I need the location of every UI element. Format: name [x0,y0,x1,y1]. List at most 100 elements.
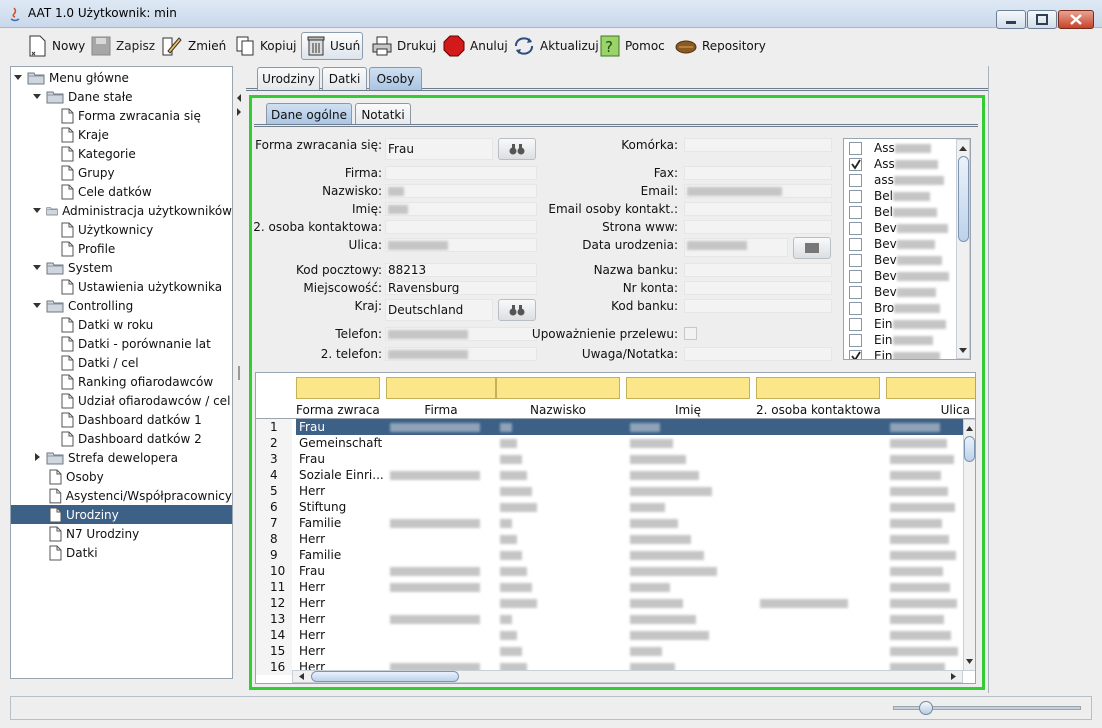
expand-open-icon[interactable] [33,301,42,310]
table-row[interactable]: 10 Frau [256,563,964,579]
category-checkbox-item[interactable]: Bel [849,204,937,220]
tree-item-datki-por[interactable]: Datki - porównanie lat [11,334,232,353]
forma-cell[interactable]: Frau [296,451,386,467]
tree-item-admin[interactable]: Administracja użytkowników [11,201,232,220]
tree-item-grupy[interactable]: Grupy [11,163,232,182]
expand-open-icon[interactable] [33,263,42,272]
unchecked-checkbox[interactable] [849,173,862,187]
tree-item-n7[interactable]: N7 Urodziny [11,524,232,543]
table-row[interactable]: 5 Herr [256,483,964,499]
forma-cell[interactable]: Familie [296,515,386,531]
checklist-scrollbar[interactable] [956,139,970,359]
uwaga-field[interactable] [684,347,832,361]
checklist-scroll-thumb[interactable] [958,156,969,242]
upowaznienie-checkbox[interactable] [684,327,697,340]
tree-item-dash1[interactable]: Dashboard datków 1 [11,410,232,429]
tree-item-osoby[interactable]: Osoby [11,467,232,486]
expand-closed-icon[interactable] [33,453,42,462]
firma-field[interactable] [385,166,537,180]
column-filter-input[interactable] [756,377,880,399]
komorka-field[interactable] [684,138,832,152]
edit-button[interactable]: Zmień [156,32,230,60]
minimize-button[interactable] [996,10,1026,29]
tree-item-strefa[interactable]: Strefa dewelopera [11,448,232,467]
osoba2-field[interactable] [385,220,537,234]
forma-cell[interactable]: Stiftung [296,499,386,515]
unchecked-checkbox[interactable] [849,301,862,315]
tree-item-system[interactable]: System [11,258,232,277]
forma-cell[interactable]: Gemeinschaft [296,435,386,451]
forma-cell[interactable]: Herr [296,595,386,611]
forma-cell[interactable]: Familie [296,547,386,563]
column-filter-input[interactable] [386,377,496,399]
forma-cell[interactable]: Frau [296,419,386,435]
table-row[interactable]: 6 Stiftung [256,499,964,515]
forma-field[interactable]: Frau [385,138,493,160]
unchecked-checkbox[interactable] [849,253,862,267]
table-row[interactable]: 2 Gemeinschaft [256,435,964,451]
expand-open-icon[interactable] [33,206,42,215]
tree-item-kraje[interactable]: Kraje [11,125,232,144]
category-checkbox-item[interactable]: ass [849,172,944,188]
category-checkbox-item[interactable]: Bev [849,220,948,236]
tree-item-datki[interactable]: Datki [11,543,232,562]
unchecked-checkbox[interactable] [849,205,862,219]
unchecked-checkbox[interactable] [849,237,862,251]
refresh-button[interactable]: Aktualizuj [508,32,603,60]
unchecked-checkbox[interactable] [849,317,862,331]
tab-datki[interactable]: Datki [322,67,367,90]
tree-item-forma[interactable]: Forma zwracania się [11,106,232,125]
column-filter-input[interactable] [626,377,750,399]
konto-field[interactable] [684,281,832,295]
table-row[interactable]: 4 Soziale Einri... [256,467,964,483]
table-row[interactable]: 1 Frau [256,419,964,435]
table-row[interactable]: 13 Herr [256,611,964,627]
table-vscroll-thumb[interactable] [964,436,975,462]
category-checkbox-item[interactable]: Bev [849,236,935,252]
tree-item-datki-roku[interactable]: Datki w roku [11,315,232,334]
repository-button[interactable]: Repository [670,32,770,60]
forma-cell[interactable]: Herr [296,531,386,547]
tree-item-asystenci[interactable]: Asystenci/Współpracownicy [11,486,232,505]
category-checkbox-item[interactable]: Ass [849,140,931,156]
forma-lookup-button[interactable] [498,138,536,160]
close-button[interactable] [1058,10,1094,29]
tree-item-urodziny[interactable]: Urodziny [11,505,232,524]
tree-item-profile[interactable]: Profile [11,239,232,258]
splitter-handle[interactable] [234,66,244,679]
kod-banku-field[interactable] [684,299,832,313]
column-filter-input[interactable] [296,377,380,399]
tree-item-uzytkownicy[interactable]: Użytkownicy [11,220,232,239]
tree-item-dash2[interactable]: Dashboard datków 2 [11,429,232,448]
forma-cell[interactable]: Herr [296,579,386,595]
column-header[interactable]: 2. osoba kontaktowa [756,403,880,417]
expand-open-icon[interactable] [14,73,23,82]
forma-cell[interactable]: Herr [296,483,386,499]
category-checkbox-item[interactable]: Bel [849,188,930,204]
nazwisko-field[interactable] [385,184,537,198]
tree-item-datki-cel[interactable]: Datki / cel [11,353,232,372]
kraj-field[interactable]: Deutschland [385,299,493,321]
tree-item-ustawienia[interactable]: Ustawienia użytkownika [11,277,232,296]
unchecked-checkbox[interactable] [849,221,862,235]
checked-checkbox[interactable] [849,349,862,359]
tab-urodziny[interactable]: Urodziny [257,67,320,90]
tree-item-controlling[interactable]: Controlling [11,296,232,315]
table-row[interactable]: 7 Familie [256,515,964,531]
tree-item-cele[interactable]: Cele datków [11,182,232,201]
maximize-button[interactable] [1027,10,1057,29]
unchecked-checkbox[interactable] [849,269,862,283]
column-header[interactable]: Nazwisko [496,403,620,417]
category-checkbox-list[interactable]: Ass Ass ass Bel Bel Bev Bev Bev Bev Bev Bro Ein Ein E… [843,138,971,360]
calendar-button[interactable] [793,237,831,259]
unchecked-checkbox[interactable] [849,141,862,155]
tree-item-ranking[interactable]: Ranking ofiarodawców [11,372,232,391]
checked-checkbox[interactable] [849,157,862,171]
table-row[interactable]: 14 Herr [256,627,964,643]
tab-notatki[interactable]: Notatki [355,103,411,125]
kraj-lookup-button[interactable] [498,299,536,321]
forma-cell[interactable]: Herr [296,627,386,643]
category-checkbox-item[interactable]: Ass [849,156,938,172]
cancel-button[interactable]: Anuluj [438,32,512,60]
table-row[interactable]: 11 Herr [256,579,964,595]
